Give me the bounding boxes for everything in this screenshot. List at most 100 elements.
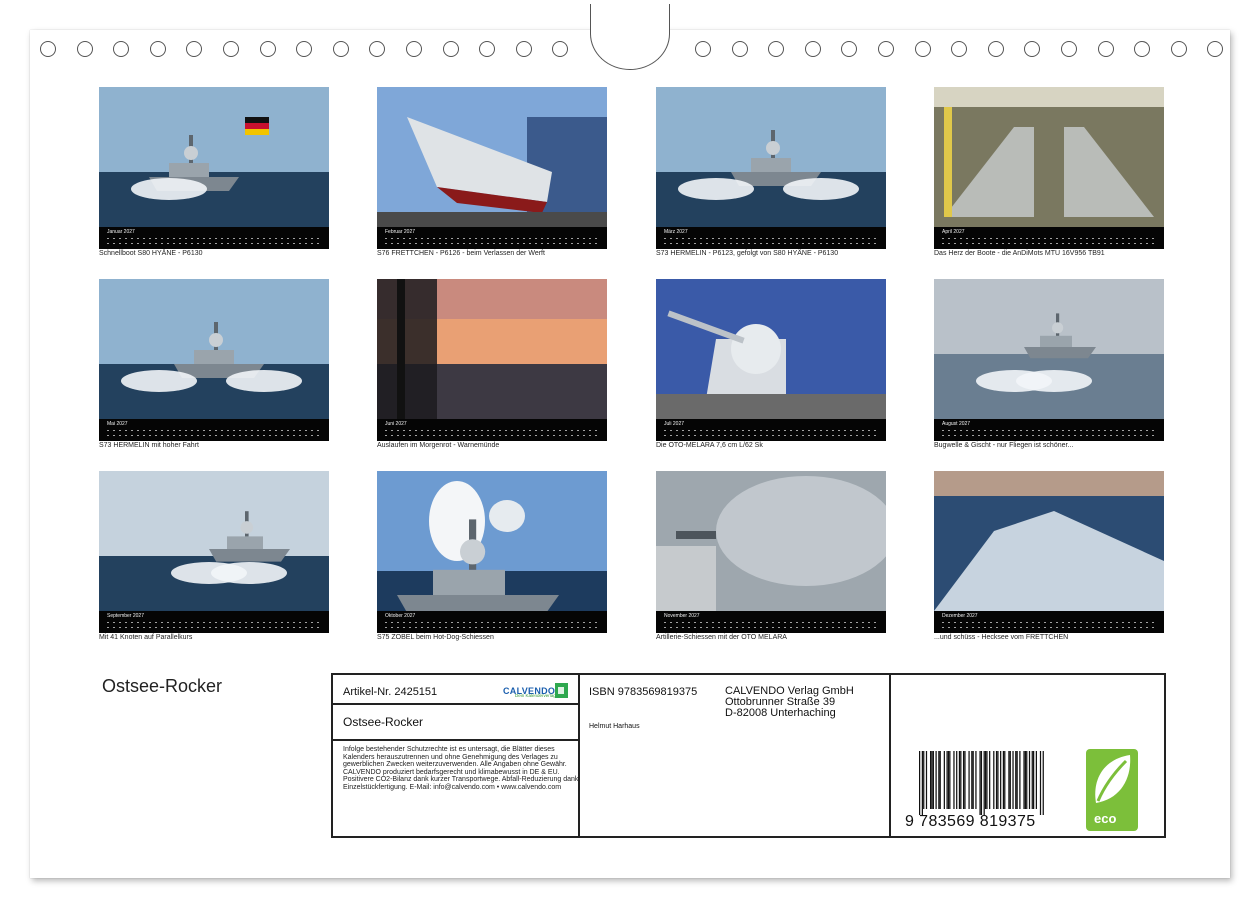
photo-caption: Das Herz der Boote - die AnDiMots MTU 16… (934, 250, 1105, 257)
month-name: Dezember 2027 (942, 613, 978, 619)
photo-caption: S75 ZOBEL beim Hot-Dog-Schiessen (377, 634, 494, 641)
month-calendar-strip: März 2027 (656, 227, 886, 249)
day-grid (664, 429, 880, 439)
day-grid (664, 621, 880, 631)
publisher-address: CALVENDO Verlag GmbH Ottobrunner Straße … (725, 686, 854, 719)
month-name: Juni 2027 (385, 421, 407, 427)
month-calendar-strip: Januar 2027 (99, 227, 329, 249)
day-grid (107, 429, 323, 439)
binding-hole (841, 41, 858, 57)
day-grid (107, 621, 323, 631)
month-page: März 2027 S73 HERMELIN - P6123, gefolgt v… (656, 87, 886, 262)
hanger-cutout (590, 4, 670, 70)
leaf-icon (1095, 755, 1131, 803)
month-calendar-strip: November 2027 (656, 611, 886, 633)
month-page: Juli 2027 Die OTO-MELARA 7,6 cm L/62 Sk (656, 279, 886, 454)
day-grid (664, 237, 880, 247)
photo-caption: S73 HERMELIN - P6123, gefolgt von S80 HY… (656, 250, 839, 257)
article-number: Artikel-Nr. 2425151 (343, 686, 438, 698)
month-photo (656, 87, 886, 227)
binding-holes (0, 0, 1260, 70)
day-grid (385, 429, 601, 439)
calvendo-logo: CALVENDO Dein Kalenderverlag (503, 681, 573, 701)
binding-hole (1207, 41, 1224, 57)
photo-caption: S76 FRETTCHEN - P6126 - beim Verlassen d… (377, 250, 545, 257)
month-photo (99, 87, 329, 227)
binding-hole (442, 41, 459, 57)
product-title: Ostsee-Rocker (343, 715, 424, 729)
binding-hole (149, 41, 166, 57)
author: Helmut Harhaus (589, 723, 640, 730)
month-page: Oktober 2027 S75 ZOBEL beim Hot-Dog-Schie… (377, 471, 607, 646)
day-grid (385, 621, 601, 631)
month-calendar-strip: August 2027 (934, 419, 1164, 441)
binding-hole (695, 41, 711, 57)
binding-hole (40, 41, 56, 57)
binding-hole (369, 41, 386, 57)
month-name: Juli 2027 (664, 421, 685, 427)
month-page: Dezember 2027 ...und schüss - Hecksee vom… (934, 471, 1164, 646)
photo-caption: Die OTO-MELARA 7,6 cm L/62 Sk (656, 442, 763, 449)
binding-hole (1024, 41, 1041, 57)
binding-hole (479, 41, 496, 57)
month-page: Juni 2027 Auslaufen im Morgenrot - Warnem… (377, 279, 607, 454)
binding-hole (259, 41, 276, 57)
publisher-city: D-82008 Unterhaching (725, 707, 836, 719)
calvendo-mark-icon (555, 683, 568, 698)
month-calendar-strip: Juli 2027 (656, 419, 886, 441)
barcode-bars (919, 751, 1044, 815)
month-photo (99, 279, 329, 419)
day-grid (942, 429, 1158, 439)
binding-hole (113, 41, 130, 57)
month-photo (656, 471, 886, 611)
ean-barcode: 9 783569 819375 (905, 751, 1044, 830)
month-page: November 2027 Artillerie-Schiessen mit de… (656, 471, 886, 646)
binding-hole (1170, 41, 1187, 57)
month-name: Februar 2027 (385, 229, 416, 235)
day-grid (107, 237, 323, 247)
isbn: ISBN 9783569819375 (589, 686, 698, 698)
month-name: März 2027 (664, 229, 688, 235)
month-name: Mai 2027 (107, 421, 128, 427)
month-calendar-strip: Mai 2027 (99, 419, 329, 441)
binding-hole (406, 41, 422, 57)
binding-hole (914, 41, 931, 57)
day-grid (942, 237, 1158, 247)
month-photo (934, 279, 1164, 419)
month-calendar-strip: Februar 2027 (377, 227, 607, 249)
binding-hole (1061, 41, 1077, 57)
brand-subline: Dein Kalenderverlag (515, 693, 556, 698)
eco-badge: eco (1086, 749, 1138, 831)
month-photo (934, 87, 1164, 227)
calendar-title: Ostsee-Rocker (102, 676, 223, 696)
month-page: Januar 2027 Schnellboot S80 HYÄNE - P6130 (99, 87, 329, 262)
month-page: Februar 2027 S76 FRETTCHEN - P6126 - beim… (377, 87, 607, 262)
month-name: Januar 2027 (107, 229, 135, 235)
month-calendar-strip: Dezember 2027 (934, 611, 1164, 633)
month-calendar-strip: September 2027 (99, 611, 329, 633)
month-calendar-strip: Juni 2027 (377, 419, 607, 441)
photo-caption: Schnellboot S80 HYÄNE - P6130 (99, 250, 203, 257)
eco-label: eco (1094, 811, 1117, 826)
month-name: Oktober 2027 (385, 613, 416, 619)
month-photo (377, 87, 607, 227)
month-name: September 2027 (107, 613, 144, 619)
binding-hole (804, 41, 821, 57)
day-grid (385, 237, 601, 247)
binding-hole (296, 41, 313, 57)
month-photo (934, 471, 1164, 611)
binding-hole (768, 41, 785, 57)
binding-hole (1097, 41, 1114, 57)
binding-hole (223, 41, 239, 57)
month-name: November 2027 (664, 613, 700, 619)
month-page: August 2027 Bugwelle & Gischt - nur Flieg… (934, 279, 1164, 454)
binding-hole (731, 41, 748, 57)
month-photo (656, 279, 886, 419)
month-page: September 2027 Mit 41 Knoten auf Parallel… (99, 471, 329, 646)
month-calendar-strip: April 2027 (934, 227, 1164, 249)
photo-caption: Auslaufen im Morgenrot - Warnemünde (377, 442, 500, 449)
photo-caption: Artillerie-Schiessen mit der OTO MELARA (656, 634, 787, 641)
day-grid (942, 621, 1158, 631)
month-page: April 2027 Das Herz der Boote - die AnDiM… (934, 87, 1164, 262)
barcode-number: 9 783569 819375 (905, 813, 1036, 830)
